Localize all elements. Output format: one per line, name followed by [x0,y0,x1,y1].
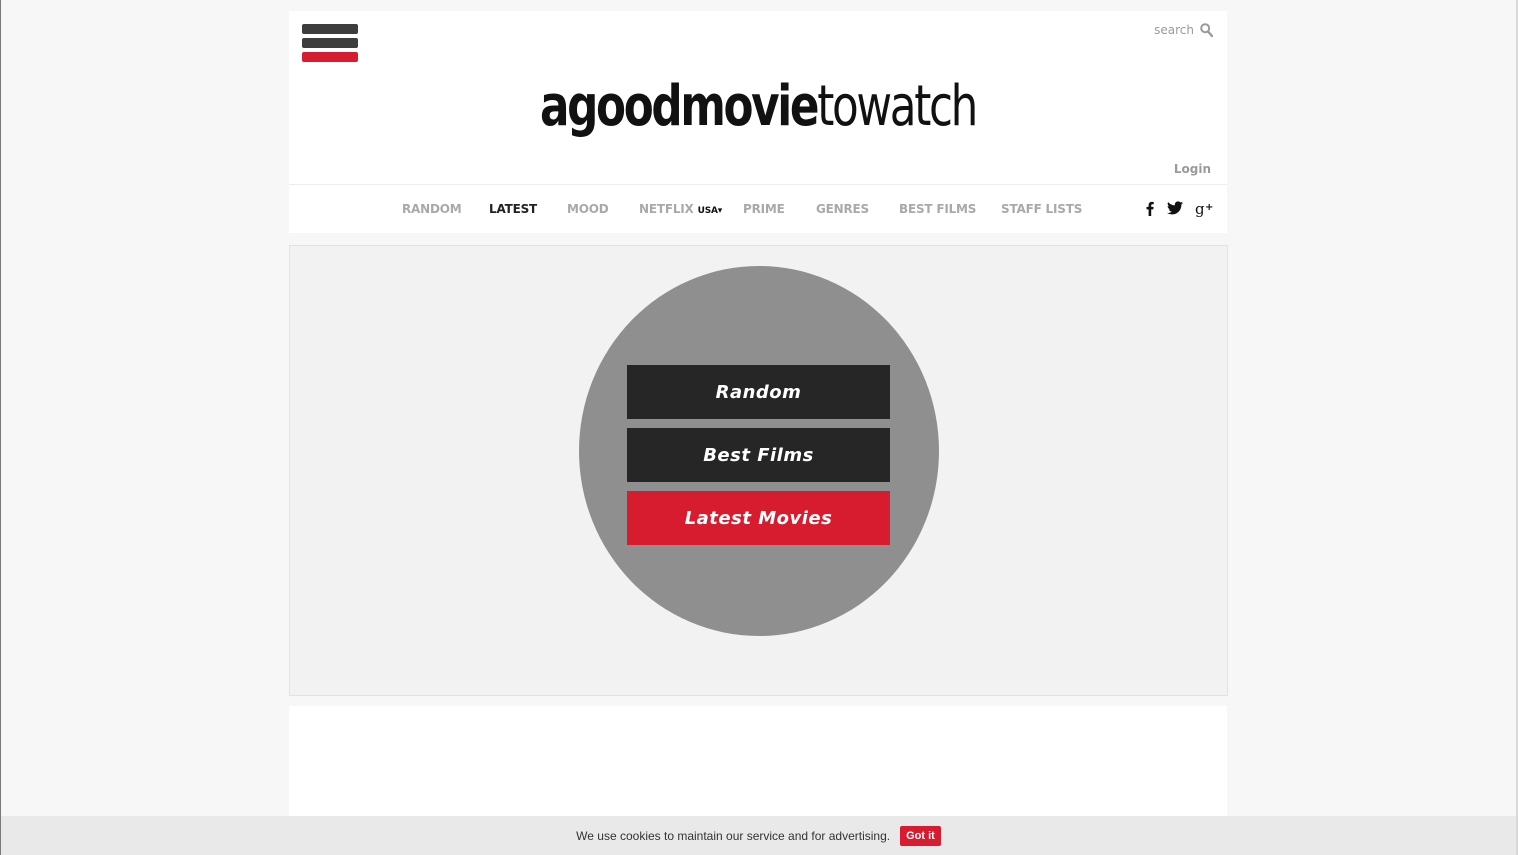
nav-item-staff-lists[interactable]: STAFF LISTS [1001,202,1082,216]
nav-item-random[interactable]: RANDOM [402,202,462,216]
main-navigation: RANDOM LATEST MOOD NETFLIX USA▾ PRIME GEN… [289,184,1227,233]
hamburger-bar-middle [302,38,358,48]
hamburger-bar-bottom [302,52,358,62]
google-plus-icon[interactable]: g + [1195,200,1213,218]
twitter-icon[interactable] [1167,201,1183,215]
netflix-region-dropdown[interactable]: USA▾ [698,206,723,216]
cookie-message: We use cookies to maintain our service a… [576,828,891,843]
logo-bold-text: agoodmovie [539,74,820,139]
svg-text:g: g [1195,200,1205,218]
left-window-edge [0,0,1,855]
nav-item-latest[interactable]: LATEST [489,202,537,216]
random-button[interactable]: Random [627,365,890,419]
site-logo[interactable]: agoodmovietowatch [392,67,1124,147]
best-films-button[interactable]: Best Films [627,428,890,482]
login-link[interactable]: Login [1174,162,1211,176]
hamburger-menu-icon[interactable] [302,24,358,63]
logo-light-text: towatch [817,74,978,139]
hero-section: Random Best Films Latest Movies [289,245,1228,696]
search-box[interactable]: search [1154,23,1213,37]
search-icon[interactable] [1200,23,1213,37]
site-header: search agoodmovietowatch Login RANDOM LA… [289,11,1227,233]
nav-item-best-films[interactable]: BEST FILMS [899,202,976,216]
page-container: search agoodmovietowatch Login RANDOM LA… [289,11,1227,233]
nav-item-genres[interactable]: GENRES [816,202,869,216]
search-placeholder: search [1154,23,1194,37]
latest-movies-button[interactable]: Latest Movies [627,491,890,545]
nav-item-netflix-label: NETFLIX [639,202,694,216]
nav-item-mood[interactable]: MOOD [567,202,609,216]
facebook-icon[interactable] [1146,201,1154,216]
cookie-accept-button[interactable]: Got it [900,825,941,846]
nav-item-prime[interactable]: PRIME [743,202,785,216]
hamburger-bar-top [302,24,358,34]
nav-item-netflix[interactable]: NETFLIX USA▾ [639,202,722,216]
cookie-banner: We use cookies to maintain our service a… [1,816,1516,855]
svg-text:+: + [1205,202,1213,213]
